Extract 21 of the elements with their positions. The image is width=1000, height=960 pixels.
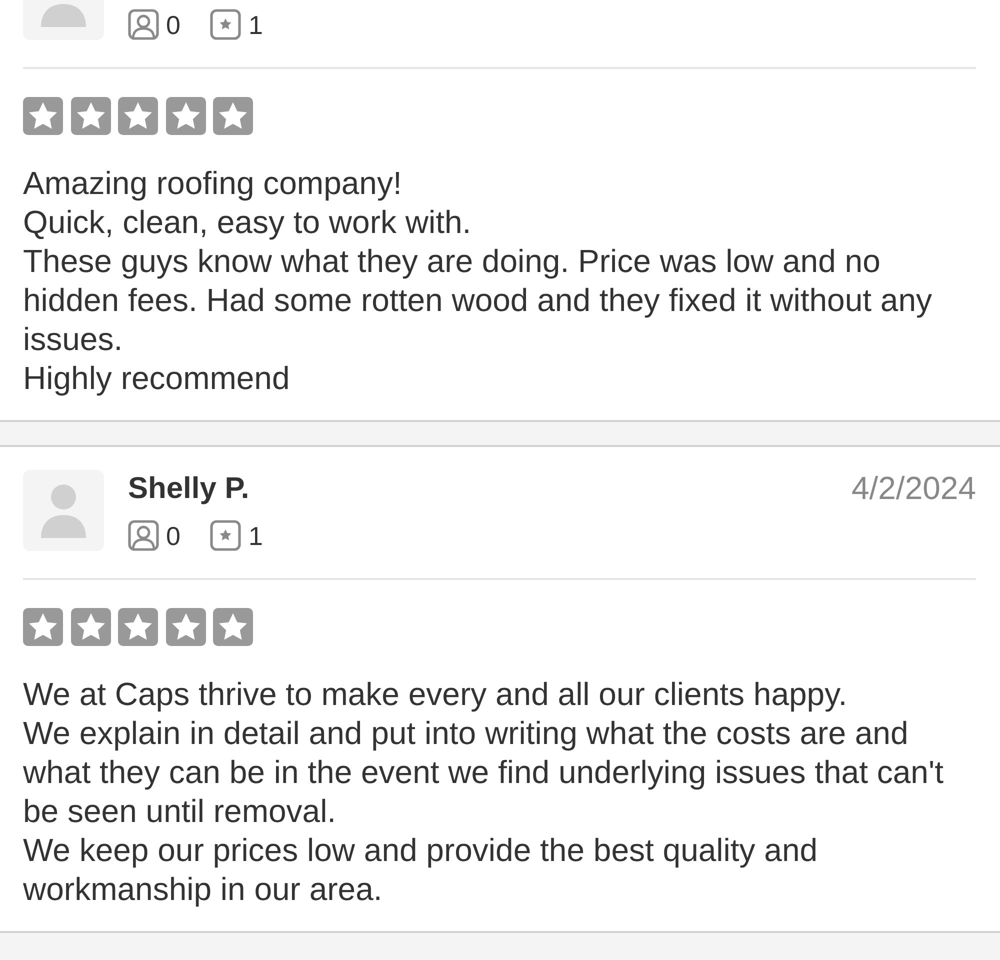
rating-star-icon (23, 97, 63, 135)
rating-star-icon (213, 608, 253, 646)
stat-count: 0 (166, 520, 180, 550)
rating-star-icon (166, 608, 206, 646)
rating-star-icon (23, 608, 63, 646)
person-icon (128, 520, 159, 551)
stat-count: 1 (248, 10, 263, 40)
review-text: Amazing roofing company! Quick, clean, easy to work with. These guys know what they are doing. Price was low and no hidden fees. Had some rotten wood and they fixed it without any issues. Highly recommend (23, 164, 933, 398)
rating-star-icon (213, 97, 253, 135)
rating-star-icon (70, 97, 110, 135)
review-text: We at Caps thrive to make every and all our clients happy. We explain in detail and put into writing what the costs are and what they can be in the event we find underlying issues that can't be seen until removal. We keep our prices low and provide the best quality and workmanship in our area. (23, 675, 944, 909)
stat-count: 0 (166, 10, 180, 40)
rating-star-icon (118, 608, 158, 646)
person-icon (128, 9, 159, 40)
rating-star-icon (166, 97, 206, 135)
review-date: 4/2/2024 (851, 470, 976, 506)
reviewer-name[interactable]: Shelly P. (128, 472, 250, 506)
rating-star-icon (70, 608, 110, 646)
avatar-icon (23, 470, 104, 551)
rating-star-icon (118, 97, 158, 135)
stat-count: 1 (248, 520, 263, 550)
